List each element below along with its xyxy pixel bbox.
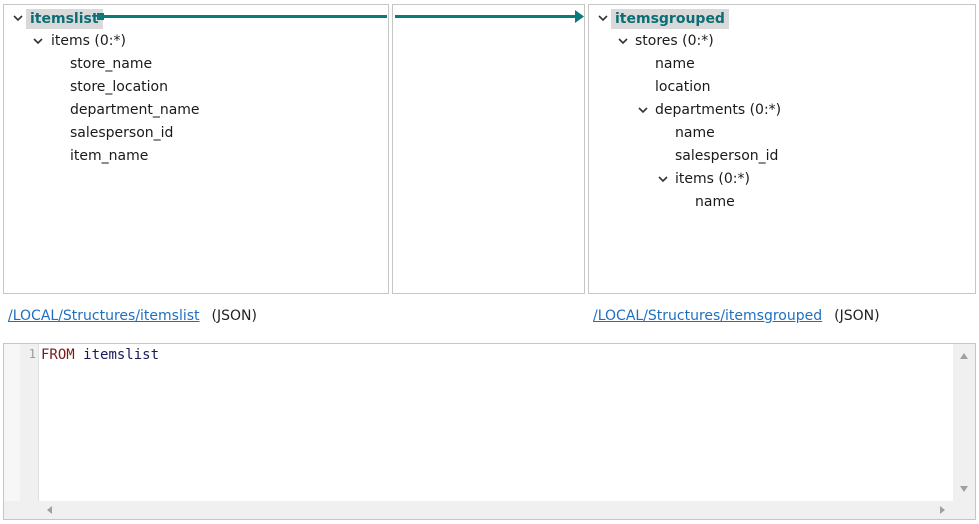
tree-node-label: item_name bbox=[70, 148, 149, 164]
source-structure-panel: itemslist items (0:*) store_name store_l… bbox=[3, 4, 389, 294]
tree-node-label: name bbox=[655, 56, 695, 72]
triangle-right-icon[interactable] bbox=[936, 504, 948, 516]
tree-node-label: items (0:*) bbox=[675, 171, 750, 187]
tree-node-label: salesperson_id bbox=[70, 125, 174, 141]
tree-node-label: department_name bbox=[70, 102, 200, 118]
chevron-down-icon[interactable] bbox=[12, 12, 24, 24]
tree-node-label: store_location bbox=[70, 79, 168, 95]
editor-fold-margin bbox=[4, 344, 20, 501]
tree-node-label: salesperson_id bbox=[675, 148, 779, 164]
chevron-down-icon[interactable] bbox=[637, 104, 649, 116]
tree-node-label: stores (0:*) bbox=[635, 33, 714, 49]
tree-node-label: name bbox=[695, 194, 735, 210]
source-path-link[interactable]: /LOCAL/Structures/itemslist bbox=[8, 308, 200, 324]
mapping-editor: itemslist items (0:*) store_name store_l… bbox=[0, 0, 979, 524]
vertical-scrollbar[interactable] bbox=[953, 344, 975, 501]
target-root-label[interactable]: itemsgrouped bbox=[611, 9, 729, 29]
scrollbar-corner bbox=[953, 501, 975, 519]
line-number-gutter: 1 bbox=[20, 344, 39, 501]
tree-node-label: items (0:*) bbox=[51, 33, 126, 49]
tree-node-label: departments (0:*) bbox=[655, 102, 782, 118]
line-number: 1 bbox=[28, 347, 36, 361]
code-line[interactable]: FROM itemslist bbox=[41, 347, 159, 363]
triangle-left-icon[interactable] bbox=[44, 504, 56, 516]
chevron-down-icon[interactable] bbox=[32, 35, 44, 47]
horizontal-scrollbar[interactable] bbox=[38, 501, 955, 519]
code-keyword: FROM bbox=[41, 347, 75, 363]
triangle-up-icon[interactable] bbox=[958, 350, 970, 362]
source-root-label[interactable]: itemslist bbox=[26, 9, 103, 29]
tree-node-label: name bbox=[675, 125, 715, 141]
tree-node-label: store_name bbox=[70, 56, 153, 72]
target-path-row: /LOCAL/Structures/itemsgrouped (JSON) bbox=[593, 305, 880, 327]
code-identifier: itemslist bbox=[83, 347, 160, 363]
chevron-down-icon[interactable] bbox=[617, 35, 629, 47]
triangle-down-icon[interactable] bbox=[958, 483, 970, 495]
source-path-type: (JSON) bbox=[211, 308, 257, 324]
chevron-down-icon[interactable] bbox=[597, 12, 609, 24]
chevron-down-icon[interactable] bbox=[657, 173, 669, 185]
target-structure-panel: itemsgrouped stores (0:*) name location … bbox=[588, 4, 976, 294]
source-path-row: /LOCAL/Structures/itemslist (JSON) bbox=[8, 305, 257, 327]
editor-bottom-left-pad bbox=[4, 501, 38, 519]
mapping-connector-panel bbox=[392, 4, 585, 294]
query-editor[interactable]: 1 FROM itemslist bbox=[3, 343, 976, 520]
target-path-type: (JSON) bbox=[834, 308, 880, 324]
tree-node-label: location bbox=[655, 79, 711, 95]
target-path-link[interactable]: /LOCAL/Structures/itemsgrouped bbox=[593, 308, 822, 324]
